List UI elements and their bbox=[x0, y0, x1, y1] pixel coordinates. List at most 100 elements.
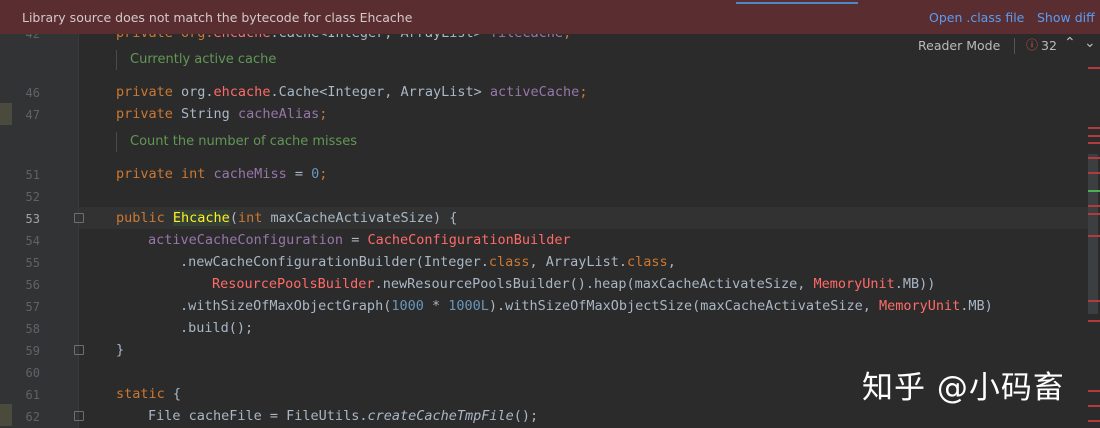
reader-mode-button[interactable]: Reader Mode bbox=[918, 38, 1000, 53]
fold-icon[interactable] bbox=[74, 411, 84, 421]
code-token: cacheAlias bbox=[237, 106, 320, 122]
code-token: (); bbox=[513, 408, 539, 424]
line-number: 54 bbox=[25, 234, 40, 248]
line-number: 47 bbox=[25, 108, 40, 122]
code-token: ; bbox=[319, 166, 328, 182]
error-stripe-mark[interactable] bbox=[1088, 235, 1100, 237]
open-class-file-link[interactable]: Open .class file bbox=[929, 10, 1024, 25]
watermark: 知乎 @小码畜 bbox=[862, 370, 1065, 406]
scrollbar-thumb[interactable] bbox=[1088, 154, 1098, 314]
code-token: .MB)) bbox=[894, 276, 936, 292]
error-stripe-mark[interactable] bbox=[1088, 135, 1100, 137]
line-number: 59 bbox=[25, 344, 40, 358]
code-token: private bbox=[116, 106, 182, 122]
code-token: ; bbox=[579, 84, 588, 100]
error-stripe-mark[interactable] bbox=[1088, 300, 1100, 302]
error-stripe-mark[interactable] bbox=[1088, 127, 1100, 129]
code-line[interactable]: } bbox=[116, 339, 124, 361]
error-stripe-mark[interactable] bbox=[1088, 205, 1100, 207]
code-token: ( bbox=[229, 210, 238, 226]
code-line[interactable]: .withSizeOfMaxObjectGraph(1000 * 1000L).… bbox=[180, 295, 993, 317]
code-token: org. bbox=[181, 84, 214, 100]
code-token: String bbox=[181, 106, 238, 122]
code-token: cacheMiss bbox=[213, 166, 287, 182]
code-line[interactable]: public Ehcache(int maxCacheActivateSize)… bbox=[116, 207, 457, 229]
code-token: 1000L bbox=[448, 298, 489, 314]
code-token: = bbox=[343, 232, 368, 248]
code-token: .newResourcePoolsBuilder().heap(maxCache… bbox=[374, 276, 814, 292]
code-token: activeCacheConfiguration bbox=[148, 232, 344, 248]
constructor-name: Ehcache bbox=[172, 210, 230, 226]
code-token: static bbox=[116, 386, 173, 402]
code-token: private bbox=[116, 84, 182, 100]
line-number: 56 bbox=[25, 278, 40, 292]
fold-icon[interactable] bbox=[74, 345, 84, 355]
error-stripe-mark[interactable] bbox=[1088, 405, 1100, 407]
fold-icon[interactable] bbox=[74, 213, 84, 223]
code-line[interactable]: private String cacheAlias; bbox=[116, 103, 327, 125]
error-stripe-mark[interactable] bbox=[1088, 172, 1100, 174]
line-number: 52 bbox=[25, 190, 40, 204]
code-token: MemoryUnit bbox=[879, 298, 961, 314]
code-token: ; bbox=[319, 106, 328, 122]
code-token: } bbox=[116, 342, 125, 358]
error-stripe-mark[interactable] bbox=[1088, 390, 1100, 392]
previous-problem-icon[interactable]: ⌃ bbox=[1064, 35, 1076, 51]
error-stripe-mark[interactable] bbox=[1088, 213, 1100, 215]
code-token: 1000 bbox=[391, 298, 424, 314]
banner-accent bbox=[736, 2, 858, 4]
decompiled-source-banner: Library source does not match the byteco… bbox=[0, 0, 1100, 34]
problem-count[interactable]: 32 bbox=[1041, 38, 1057, 53]
show-diff-link[interactable]: Show diff bbox=[1037, 10, 1095, 25]
code-line[interactable]: private int cacheMiss = 0; bbox=[116, 163, 327, 185]
code-token: maxCacheActivateSize) { bbox=[270, 210, 458, 226]
change-marker bbox=[0, 404, 12, 426]
change-stripe-mark[interactable] bbox=[1088, 190, 1100, 192]
code-token: = bbox=[286, 166, 312, 182]
code-token: .MB) bbox=[960, 298, 993, 314]
change-marker bbox=[0, 103, 12, 125]
toolbar-divider bbox=[1014, 38, 1015, 54]
code-line[interactable]: .build(); bbox=[180, 317, 253, 339]
code-token: MemoryUnit bbox=[813, 276, 895, 292]
code-line[interactable]: static { bbox=[116, 383, 181, 405]
code-token: * bbox=[423, 298, 449, 314]
code-token: private int bbox=[116, 166, 214, 182]
code-token: .newCacheConfigurationBuilder(Integer. bbox=[180, 254, 489, 270]
error-stripe[interactable] bbox=[1086, 34, 1100, 428]
code-token: ResourcePoolsBuilder bbox=[212, 276, 375, 292]
code-token: 0 bbox=[311, 166, 320, 182]
code-token: , ArrayList. bbox=[529, 254, 628, 270]
code-token: int bbox=[237, 210, 271, 226]
rendered-doc-comment: Count the number of cache misses bbox=[116, 132, 1100, 152]
code-token: class bbox=[488, 254, 530, 270]
line-number: 57 bbox=[25, 300, 40, 314]
code-token: class bbox=[627, 254, 668, 270]
code-line[interactable]: File cacheFile = FileUtils.createCacheTm… bbox=[148, 405, 538, 427]
error-stripe-mark[interactable] bbox=[1088, 420, 1100, 422]
code-token: { bbox=[172, 386, 182, 402]
code-token: .Cache<Integer, ArrayList> bbox=[270, 84, 490, 100]
left-tool-strip bbox=[0, 0, 12, 428]
code-token: , bbox=[667, 254, 676, 270]
line-number: 51 bbox=[25, 168, 40, 182]
code-token: activeCache bbox=[489, 84, 580, 100]
code-line[interactable]: .newCacheConfigurationBuilder(Integer.cl… bbox=[180, 251, 676, 273]
line-number: 55 bbox=[25, 256, 40, 270]
code-token: createCacheTmpFile bbox=[367, 408, 514, 424]
line-number: 53 bbox=[25, 212, 40, 226]
line-number: 61 bbox=[25, 388, 40, 402]
error-stripe-mark[interactable] bbox=[1088, 320, 1100, 322]
code-line[interactable]: ResourcePoolsBuilder.newResourcePoolsBui… bbox=[212, 273, 935, 295]
error-icon[interactable]: ⓘ bbox=[1026, 36, 1038, 53]
line-number: 62 bbox=[25, 410, 40, 424]
code-token: File cacheFile = FileUtils. bbox=[148, 408, 368, 424]
code-line[interactable]: private org.ehcache.Cache<Integer, Array… bbox=[116, 81, 587, 103]
code-token: .withSizeOfMaxObjectGraph( bbox=[180, 298, 392, 314]
rendered-doc-comment: Currently active cache bbox=[116, 50, 1100, 70]
error-stripe-mark[interactable] bbox=[1088, 67, 1100, 69]
code-line[interactable]: activeCacheConfiguration = CacheConfigur… bbox=[148, 229, 571, 251]
error-stripe-mark[interactable] bbox=[1088, 157, 1100, 159]
error-stripe-mark[interactable] bbox=[1088, 142, 1100, 144]
line-number: 58 bbox=[25, 322, 40, 336]
